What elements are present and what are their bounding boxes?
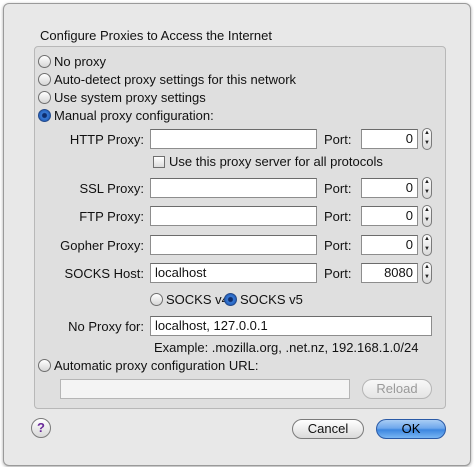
no-proxy-option[interactable]: No proxy [38, 54, 106, 69]
stepper-down-icon[interactable]: ▼ [423, 273, 431, 283]
stepper-down-icon[interactable]: ▼ [423, 245, 431, 255]
gopher-proxy-label: Gopher Proxy: [60, 238, 144, 253]
no-proxy-example: Example: .mozilla.org, .net.nz, 192.168.… [154, 340, 419, 355]
ssl-proxy-input[interactable] [150, 178, 317, 198]
auto-url-input[interactable] [60, 379, 350, 399]
no-proxy-for-input[interactable]: localhost, 127.0.0.1 [150, 316, 432, 336]
manual-label: Manual proxy configuration: [54, 108, 214, 123]
same-for-all-label: Use this proxy server for all protocols [169, 154, 383, 169]
stepper-down-icon[interactable]: ▼ [423, 139, 431, 149]
help-button[interactable]: ? [31, 418, 51, 438]
stepper-down-icon[interactable]: ▼ [423, 188, 431, 198]
proxy-settings-dialog: Configure Proxies to Access the Internet… [3, 3, 471, 466]
socks-v5-option[interactable]: SOCKS v5 [224, 292, 303, 307]
no-proxy-for-label: No Proxy for: [68, 319, 144, 334]
auto-url-label: Automatic proxy configuration URL: [54, 358, 259, 373]
use-system-option[interactable]: Use system proxy settings [38, 90, 206, 105]
gopher-port-input[interactable]: 0 [361, 235, 418, 255]
ftp-proxy-input[interactable] [150, 206, 317, 226]
socks-host-input[interactable]: localhost [150, 263, 317, 283]
manual-option[interactable]: Manual proxy configuration: [38, 108, 214, 123]
stepper-up-icon[interactable]: ▲ [423, 129, 431, 139]
stepper-down-icon[interactable]: ▼ [423, 216, 431, 226]
socks-port-stepper[interactable]: ▲ ▼ [422, 262, 432, 284]
socks-v5-radio[interactable] [224, 293, 237, 306]
socks-port-input[interactable]: 8080 [361, 263, 418, 283]
ftp-port-stepper[interactable]: ▲ ▼ [422, 205, 432, 227]
auto-url-radio[interactable] [38, 359, 51, 372]
gopher-proxy-input[interactable] [150, 235, 317, 255]
same-for-all-checkbox[interactable] [153, 156, 165, 168]
ok-button[interactable]: OK [376, 419, 446, 439]
socks-v5-label: SOCKS v5 [240, 292, 303, 307]
gopher-port-stepper[interactable]: ▲ ▼ [422, 234, 432, 256]
http-proxy-label: HTTP Proxy: [69, 132, 144, 147]
ftp-port-input[interactable]: 0 [361, 206, 418, 226]
no-proxy-label: No proxy [54, 54, 107, 69]
manual-radio[interactable] [38, 109, 51, 122]
auto-url-option[interactable]: Automatic proxy configuration URL: [38, 358, 258, 373]
stepper-up-icon[interactable]: ▲ [423, 263, 431, 273]
auto-detect-option[interactable]: Auto-detect proxy settings for this netw… [38, 72, 296, 87]
ssl-port-input[interactable]: 0 [361, 178, 418, 198]
ftp-proxy-label: FTP Proxy: [79, 209, 144, 224]
stepper-up-icon[interactable]: ▲ [423, 235, 431, 245]
http-port-label: Port: [324, 132, 352, 147]
use-system-label: Use system proxy settings [54, 90, 206, 105]
socks-v4-option[interactable]: SOCKS v4 [150, 292, 229, 307]
gopher-port-label: Port: [324, 238, 352, 253]
reload-button[interactable]: Reload [362, 379, 432, 399]
socks-v4-label: SOCKS v4 [166, 292, 229, 307]
ftp-port-label: Port: [324, 209, 352, 224]
http-port-input[interactable]: 0 [361, 129, 418, 149]
ssl-port-stepper[interactable]: ▲ ▼ [422, 177, 432, 199]
socks-host-label: SOCKS Host: [64, 266, 144, 281]
ssl-proxy-label: SSL Proxy: [79, 181, 144, 196]
cancel-button[interactable]: Cancel [292, 419, 364, 439]
no-proxy-radio[interactable] [38, 55, 51, 68]
socks-v4-radio[interactable] [150, 293, 163, 306]
ssl-port-label: Port: [324, 181, 352, 196]
stepper-up-icon[interactable]: ▲ [423, 178, 431, 188]
auto-detect-label: Auto-detect proxy settings for this netw… [54, 72, 297, 87]
http-port-stepper[interactable]: ▲ ▼ [422, 128, 432, 150]
auto-detect-radio[interactable] [38, 73, 51, 86]
http-proxy-input[interactable] [150, 129, 317, 149]
use-system-radio[interactable] [38, 91, 51, 104]
socks-port-label: Port: [324, 266, 352, 281]
stepper-up-icon[interactable]: ▲ [423, 206, 431, 216]
group-title: Configure Proxies to Access the Internet [40, 28, 272, 43]
